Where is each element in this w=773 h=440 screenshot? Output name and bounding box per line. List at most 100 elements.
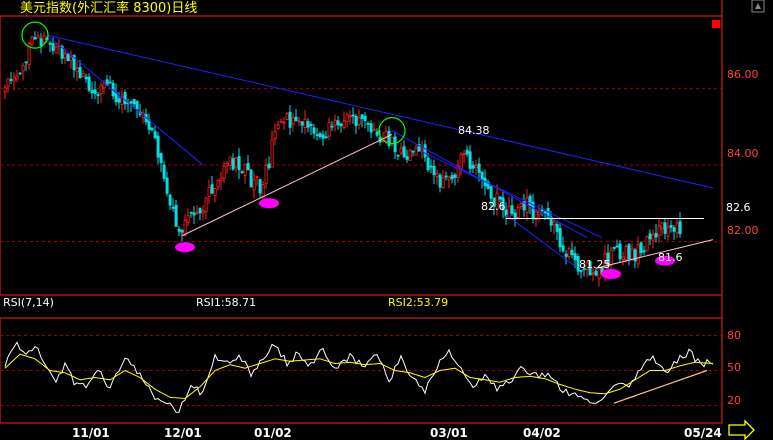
trendline-group — [46, 34, 714, 269]
candle-body — [135, 101, 139, 110]
candle-body — [480, 171, 484, 181]
peak-circles — [21, 21, 406, 145]
candle-body — [393, 136, 397, 152]
low-marker — [259, 198, 279, 209]
candle-body — [648, 233, 652, 240]
candle-body — [669, 225, 673, 228]
candle-body — [78, 66, 82, 79]
candle-body — [468, 151, 472, 169]
candle-body — [273, 131, 277, 139]
candle-body — [42, 35, 46, 43]
candle-body — [462, 153, 466, 156]
candle-body — [339, 123, 343, 127]
rsi-lines — [4, 341, 714, 413]
candle-body — [285, 113, 289, 120]
candle-body — [642, 250, 646, 253]
candle-body — [15, 75, 19, 80]
scroll-right-icon[interactable] — [728, 419, 755, 440]
date-label-dec: 12/01 — [164, 426, 202, 440]
candle-body — [195, 211, 199, 214]
candle-body — [132, 98, 136, 105]
candle-body — [9, 79, 13, 81]
candle-body — [447, 176, 451, 181]
candle-body — [51, 43, 55, 51]
candle-body — [360, 114, 364, 119]
candle-body — [477, 163, 481, 173]
candle-body — [81, 73, 85, 77]
candle-body — [300, 121, 304, 126]
candle-body — [348, 115, 352, 118]
candle-body — [21, 65, 25, 72]
candle-body — [657, 225, 661, 236]
candle-body — [234, 157, 238, 168]
candle-body — [594, 270, 598, 276]
candle-body — [654, 233, 658, 238]
candle-body — [210, 184, 214, 194]
candle-body — [429, 165, 433, 168]
trendline — [505, 214, 576, 267]
candle-body — [228, 156, 232, 166]
candle-body — [333, 119, 337, 126]
candle-body — [90, 89, 94, 94]
candle-body — [201, 210, 205, 214]
candle-body — [24, 61, 28, 64]
candle-body — [519, 203, 523, 208]
candle-body — [627, 244, 631, 260]
candle-body — [390, 137, 394, 145]
candle-body — [102, 83, 106, 89]
candle-body — [33, 37, 37, 40]
candle-body — [591, 272, 595, 275]
candle-body — [246, 163, 250, 171]
candle-body — [309, 123, 313, 127]
low-marker — [175, 242, 195, 253]
candle-body — [99, 84, 103, 94]
candle-body — [96, 94, 100, 96]
candle-body — [675, 222, 679, 234]
candle-body — [405, 156, 409, 160]
candle-body — [453, 174, 457, 178]
candle-body — [276, 124, 280, 130]
candle-body — [618, 243, 622, 260]
candle-body — [645, 235, 649, 252]
candle-body — [204, 197, 208, 213]
candle-body — [255, 176, 259, 179]
rsi-tick-label-20: 20 — [727, 394, 741, 407]
rsi1-line — [4, 341, 714, 413]
candle-body — [156, 135, 160, 158]
candle-body — [180, 229, 184, 233]
candle-body — [438, 174, 442, 188]
candle-body — [288, 111, 292, 128]
candle-body — [567, 248, 571, 258]
candle-body — [537, 211, 541, 216]
rsi-tick-label-50: 50 — [727, 361, 741, 374]
candle-body — [291, 117, 295, 125]
candle-body — [345, 114, 349, 122]
candle-body — [189, 211, 193, 214]
candle-body — [165, 177, 169, 194]
price-tick-label-86: 86.00 — [727, 68, 759, 81]
candle-body — [222, 166, 226, 179]
candle-body — [315, 134, 319, 136]
candle-body — [303, 118, 307, 128]
candle-body — [54, 46, 58, 54]
candle-body — [63, 53, 67, 59]
candle-body — [198, 208, 202, 214]
candle-body — [366, 123, 370, 125]
candle-body — [207, 186, 211, 197]
annotation-left-level: 82.6 — [481, 200, 506, 213]
candle-body — [168, 194, 172, 206]
candle-body — [6, 78, 10, 87]
candle-body — [432, 166, 436, 176]
candle-body — [459, 153, 463, 169]
candle-body — [363, 115, 367, 122]
price-tick-label-82: 82.00 — [727, 224, 759, 237]
candle-body — [69, 56, 73, 62]
candle-body — [294, 116, 298, 122]
candle-body — [570, 249, 574, 256]
candle-body — [489, 186, 493, 199]
candle-body — [174, 204, 178, 227]
candle-body — [159, 153, 163, 164]
candle-body — [420, 147, 424, 152]
candle-body — [117, 98, 121, 103]
candle-body — [615, 245, 619, 248]
